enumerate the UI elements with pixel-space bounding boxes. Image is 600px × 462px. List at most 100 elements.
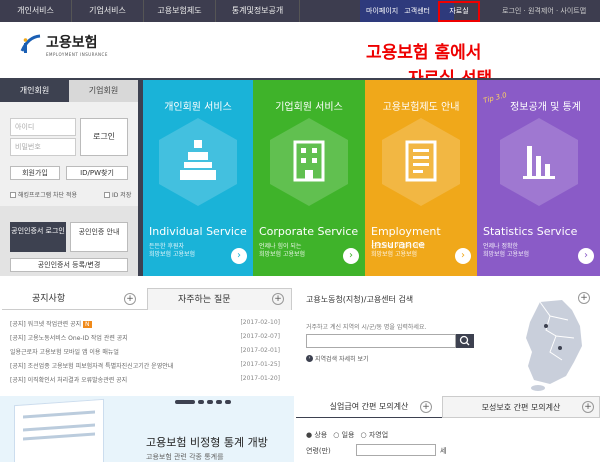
banner-title: 고용보험 비정형 통계 개방 xyxy=(146,436,268,449)
notice-row[interactable]: [공지] 워크넷 작업관련 공지 N [2017-02-10] xyxy=(10,319,280,328)
carousel-dot[interactable] xyxy=(175,400,195,404)
cert-guide-button[interactable]: 공인인증 안내 xyxy=(70,222,128,252)
notice-row[interactable]: [공지] 조선업종 고용보험 피보험자격 특별자진신고기간 운영안내 [2017-… xyxy=(10,361,280,370)
region-detail-link[interactable]: › 지역검색 자세히 보기 xyxy=(306,354,369,363)
tile-sub-line1: 든든한 후원자 xyxy=(149,243,185,250)
document-illustration xyxy=(14,398,104,462)
tile-subtitle: 언제나 힘이 되는 희망보험 고용보험 xyxy=(259,243,305,259)
cert-register-button[interactable]: 공인인증서 등록/변경 xyxy=(10,258,128,272)
region-detail-label: 지역검색 자세히 보기 xyxy=(315,356,369,363)
login-button[interactable]: 로그인 xyxy=(80,118,128,156)
tile-en-title: Statistics Service xyxy=(483,225,578,238)
notice-date: [2017-01-20] xyxy=(240,375,280,382)
tile-corporate-service[interactable]: 기업회원 서비스 Corporate Service 언제나 힘이 되는 희망보험… xyxy=(253,80,365,276)
banner-subtitle: 고용보험 관련 각종 통계를 xyxy=(146,453,224,461)
util-links[interactable]: 로그인 · 원격제어 · 사이트맵 xyxy=(494,0,586,22)
nav-statistics[interactable]: 통계및정보공개 xyxy=(216,0,300,22)
anti-hacking-checkbox[interactable]: 해킹프로그램 차단 적용 xyxy=(10,190,77,199)
radio-regular[interactable]: ● 상용 xyxy=(306,430,327,440)
tile-en-title: Individual Service xyxy=(149,225,247,238)
annotation-line-1: 고용보험 홈에서 xyxy=(366,43,482,63)
notice-title: [공지] 조선업종 고용보험 피보험자격 특별자진신고기간 운영안내 xyxy=(10,363,174,370)
tile-sub-line1: 언제나 정확한 xyxy=(483,243,519,250)
mypage-link[interactable]: 마이페이지 xyxy=(366,6,398,16)
tab-maternity-calc[interactable]: 모성보호 간편 모의계산 xyxy=(442,396,600,418)
cert-login-button[interactable]: 공인인증서 로그인 xyxy=(10,222,66,252)
carousel-dot[interactable] xyxy=(207,400,213,404)
carousel-dot[interactable] xyxy=(225,400,231,404)
login-panel: 개인회원 기업회원 아이디 비밀번호 로그인 회원가입 ID/PW찾기 해킹프로… xyxy=(0,80,138,276)
carousel-dot[interactable] xyxy=(198,400,204,404)
tile-sub-line2: 희망보험 고용보험 xyxy=(483,251,530,258)
more-plus-icon[interactable]: + xyxy=(124,293,136,305)
arrow-right-icon[interactable]: › xyxy=(343,248,359,264)
employment-type-radios: ● 상용 ○ 일용 ○ 자영업 xyxy=(306,430,388,440)
carousel-indicator[interactable] xyxy=(175,400,231,404)
radio-daily-label: 일용 xyxy=(341,431,355,439)
more-plus-icon[interactable]: + xyxy=(420,401,432,413)
tile-title: 개인회원 서비스 xyxy=(164,102,232,113)
nav-corporate[interactable]: 기업서비스 xyxy=(72,0,144,22)
notice-date: [2017-02-07] xyxy=(240,333,280,340)
age-input[interactable] xyxy=(356,444,436,456)
radio-self-employed-label: 자영업 xyxy=(368,431,389,439)
tile-subtitle: 언제나 정확한 희망보험 고용보험 xyxy=(483,243,529,259)
tile-sub-line2: 희망보험 고용보험 xyxy=(149,251,196,258)
more-plus-icon[interactable]: + xyxy=(582,401,594,413)
new-badge: N xyxy=(83,321,92,328)
tile-employment-insurance[interactable]: 고용보험제도 안내 Employment Insurance 근로자와 기업의 … xyxy=(365,80,477,276)
save-id-label: ID 저장 xyxy=(112,192,132,199)
search-icon xyxy=(459,335,470,346)
statistics-banner[interactable]: 고용보험 비정형 통계 개방 고용보험 관련 각종 통계를 xyxy=(0,396,294,462)
password-input[interactable]: 비밀번호 xyxy=(10,138,76,156)
notice-date: [2017-02-01] xyxy=(240,347,280,354)
arrow-right-icon[interactable]: › xyxy=(455,248,471,264)
notice-date: [2017-01-25] xyxy=(240,361,280,368)
tile-sub-line2: 희망보험 고용보험 xyxy=(371,251,418,258)
signup-button[interactable]: 회원가입 xyxy=(10,166,60,180)
more-plus-icon[interactable]: + xyxy=(272,293,284,305)
notice-title: [공지] 워크넷 작업관련 공지 xyxy=(10,321,82,328)
customer-center-link[interactable]: 고객센터 xyxy=(404,6,430,16)
notice-board: 공지사항 자주하는 질문 + + [공지] 워크넷 작업관련 공지 N [2017… xyxy=(2,288,292,394)
carousel-dot[interactable] xyxy=(216,400,222,404)
tile-statistics-service[interactable]: Tip 3.0 정보공개 및 통계 Statistics Service 언제나… xyxy=(477,80,600,276)
building-icon xyxy=(293,140,325,182)
more-plus-icon[interactable]: + xyxy=(578,292,590,304)
notice-row[interactable]: [공지] 고용노동서비스 One-ID 작업 관련 공지 [2017-02-07] xyxy=(10,333,280,342)
save-id-checkbox[interactable]: ID 저장 xyxy=(104,190,131,199)
tile-subtitle: 근로자와 기업의 약속 희망보험 고용보험 xyxy=(371,243,425,259)
arrow-circle-icon: › xyxy=(306,355,313,362)
nav-personal[interactable]: 개인서비스 xyxy=(0,0,72,22)
tab-personal-member[interactable]: 개인회원 xyxy=(0,80,69,102)
tile-en-title: Corporate Service xyxy=(259,225,359,238)
radio-daily[interactable]: ○ 일용 xyxy=(333,430,354,440)
age-unit: 세 xyxy=(440,447,447,455)
notice-date: [2017-02-10] xyxy=(240,319,280,326)
notice-row[interactable]: 일용근로자 고용보험 모바일 앱 이용 매뉴얼 [2017-02-01] xyxy=(10,347,280,356)
tab-corporate-member[interactable]: 기업회원 xyxy=(69,80,138,102)
site-logo[interactable]: 고용보험 EMPLOYMENT INSURANCE xyxy=(18,32,108,57)
office-search: 고용노동청(지청)/고용센터 검색 거주하고 계신 지역의 시/군/동 명을 입… xyxy=(296,288,600,394)
nav-insurance-system[interactable]: 고용보험제도 xyxy=(144,0,216,22)
top-navigation: 개인서비스 기업서비스 고용보험제도 통계및정보공개 마이페이지 고객센터 로그… xyxy=(0,0,600,22)
arrow-right-icon[interactable]: › xyxy=(578,248,594,264)
notice-title: 일용근로자 고용보험 모바일 앱 이용 매뉴얼 xyxy=(10,349,119,356)
korea-map-icon[interactable] xyxy=(510,296,596,392)
logo-mark-icon xyxy=(18,33,42,57)
tab-faq[interactable]: 자주하는 질문 xyxy=(147,288,292,310)
archive-link-highlighted[interactable]: 자료실 xyxy=(438,1,480,22)
arrow-right-icon[interactable]: › xyxy=(231,248,247,264)
radio-self-employed[interactable]: ○ 자영업 xyxy=(360,430,388,440)
tile-individual-service[interactable]: 개인회원 서비스 Individual Service 든든한 후원자 희망보험 … xyxy=(143,80,253,276)
tile-sub-line1: 언제나 힘이 되는 xyxy=(259,243,302,250)
notice-title: [공지] 이직확인서 처리결과 오류발송관련 공지 xyxy=(10,377,128,384)
notice-row[interactable]: [공지] 이직확인서 처리결과 오류발송관련 공지 [2017-01-20] xyxy=(10,375,280,384)
region-search-input[interactable] xyxy=(306,334,456,348)
bar-chart-icon xyxy=(522,146,555,179)
search-button[interactable] xyxy=(456,334,474,348)
find-id-pw-button[interactable]: ID/PW찾기 xyxy=(66,166,128,180)
tile-title: 정보공개 및 통계 xyxy=(510,102,581,113)
person-icon xyxy=(180,140,216,180)
id-input[interactable]: 아이디 xyxy=(10,118,76,136)
